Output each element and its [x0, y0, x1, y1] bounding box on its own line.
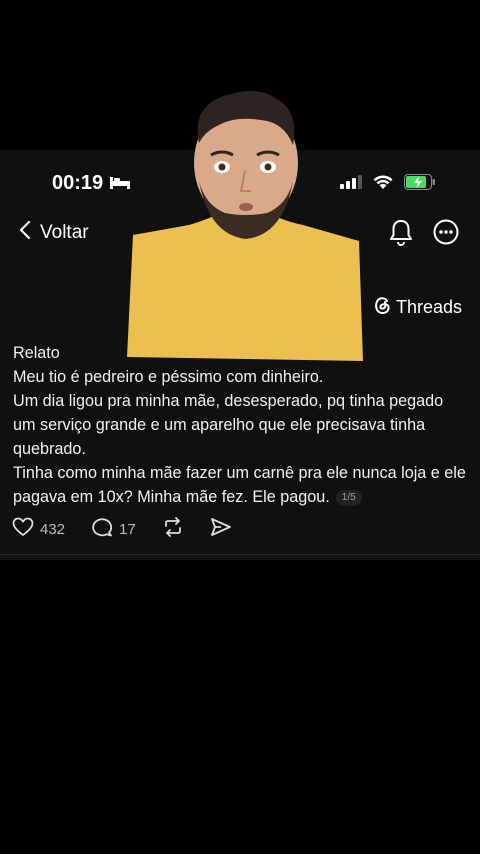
- post-line: Um dia ligou pra minha mãe, desesperado,…: [13, 392, 444, 458]
- send-icon: [210, 517, 232, 541]
- share-button[interactable]: [210, 517, 232, 541]
- page-indicator: 1/5: [335, 489, 362, 506]
- post-line: Tinha como minha mãe fazer um carnê pra …: [13, 464, 466, 506]
- repost-icon: [162, 517, 184, 541]
- more-options-icon[interactable]: [432, 218, 460, 251]
- bell-icon[interactable]: [388, 218, 414, 251]
- like-count: 432: [40, 520, 66, 538]
- back-button[interactable]: Voltar: [18, 220, 89, 246]
- threads-logo-icon: [373, 295, 391, 320]
- post-body: Relato Meu tio é pedreiro e péssimo com …: [13, 341, 468, 509]
- comment-button[interactable]: 17: [91, 517, 136, 541]
- repost-button[interactable]: [162, 517, 184, 541]
- overlay-person-photo: [127, 85, 363, 361]
- heart-icon: [12, 517, 34, 541]
- status-time: 00:19: [52, 172, 104, 194]
- like-button[interactable]: 432: [12, 517, 65, 541]
- threads-brand: Threads: [373, 295, 462, 320]
- threads-brand-label: Threads: [395, 297, 462, 317]
- post-divider: [0, 554, 480, 555]
- post-line: Relato: [13, 344, 60, 362]
- post-actions: 432 17: [12, 517, 258, 541]
- comment-count: 17: [119, 520, 136, 538]
- status-time-group: 00:19: [52, 172, 131, 195]
- comment-bubble-icon: [91, 517, 113, 541]
- nav-actions: [388, 218, 460, 251]
- wifi-icon: [372, 174, 394, 195]
- post-line-last: Tinha como minha mãe fazer um carnê pra …: [13, 461, 468, 509]
- post-line: Meu tio é pedreiro e péssimo com dinheir…: [13, 368, 324, 386]
- chevron-left-icon: [18, 220, 32, 246]
- battery-charging-icon: [404, 174, 436, 195]
- back-label: Voltar: [40, 222, 89, 243]
